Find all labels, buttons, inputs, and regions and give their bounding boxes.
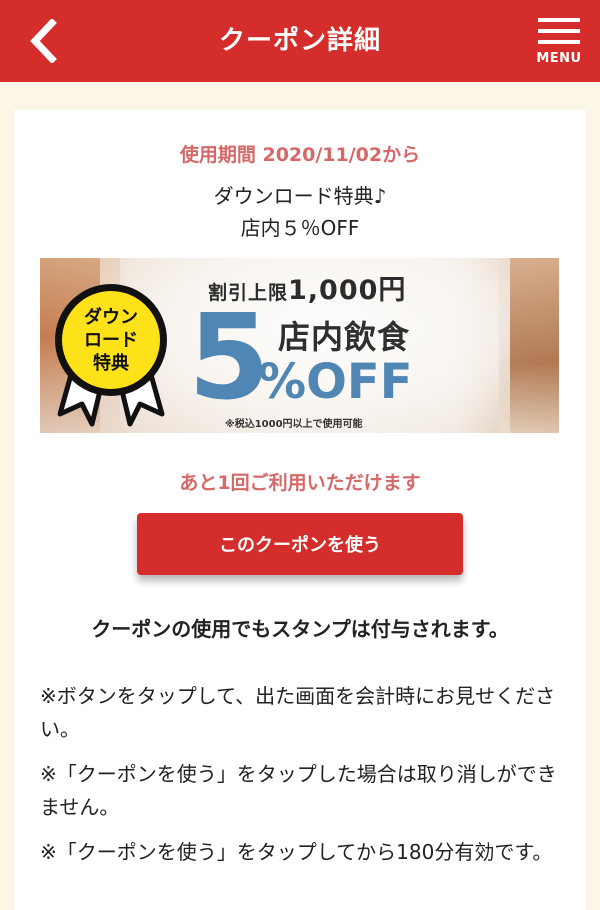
coupon-notes: ※ボタンをタップして、出た画面を会計時にお見せください。 ※「クーポンを使う」を… — [40, 680, 570, 881]
coupon-title-line2: 店内５％OFF — [240, 216, 360, 240]
note-item: ※ボタンをタップして、出た画面を会計時にお見せください。 — [40, 684, 556, 741]
dine-in-label: 店内飲食 — [278, 318, 411, 356]
coupon-card: 使用期間 2020/11/02から ダウンロード特典♪ 店内５％OFF ダウン … — [14, 110, 586, 910]
menu-label: MENU — [536, 51, 582, 66]
coupon-title-line1: ダウンロード特典♪ — [213, 184, 387, 208]
note-item: ※「クーポンを使う」をタップした場合は取り消しができません。 — [40, 762, 557, 819]
download-badge: ダウン ロード 特典 — [52, 282, 180, 432]
banner-condition-note: ※税込1000円以上で使用可能 — [225, 419, 363, 430]
badge-text-line1: ダウン — [84, 307, 138, 328]
app-header: クーポン詳細 MENU — [0, 0, 600, 82]
stamp-note: クーポンの使用でもスタンプは付与されます。 — [91, 617, 509, 641]
badge-text: ダウン ロード 特典 — [52, 306, 170, 375]
badge-text-line2: ロード — [84, 330, 138, 351]
usage-period: 使用期間 2020/11/02から — [179, 144, 421, 166]
coupon-title: ダウンロード特典♪ 店内５％OFF — [14, 180, 586, 244]
discount-limit-amount: 1,000円 — [288, 275, 407, 306]
remaining-uses: あと1回ご利用いただけます — [179, 472, 421, 494]
use-coupon-button[interactable]: このクーポンを使う — [137, 513, 463, 575]
percent-off-label: %OFF — [258, 354, 413, 410]
page-title: クーポン詳細 — [218, 26, 381, 56]
menu-button[interactable]: MENU — [536, 16, 582, 68]
note-item: ※「クーポンを使う」をタップしてから180分有効です。 — [40, 840, 553, 864]
badge-text-line3: 特典 — [93, 353, 129, 374]
coupon-banner: ダウン ロード 特典 割引上限1,000円 5 店内飲食 %OFF ※税込100… — [40, 258, 559, 433]
hamburger-icon — [538, 18, 580, 44]
